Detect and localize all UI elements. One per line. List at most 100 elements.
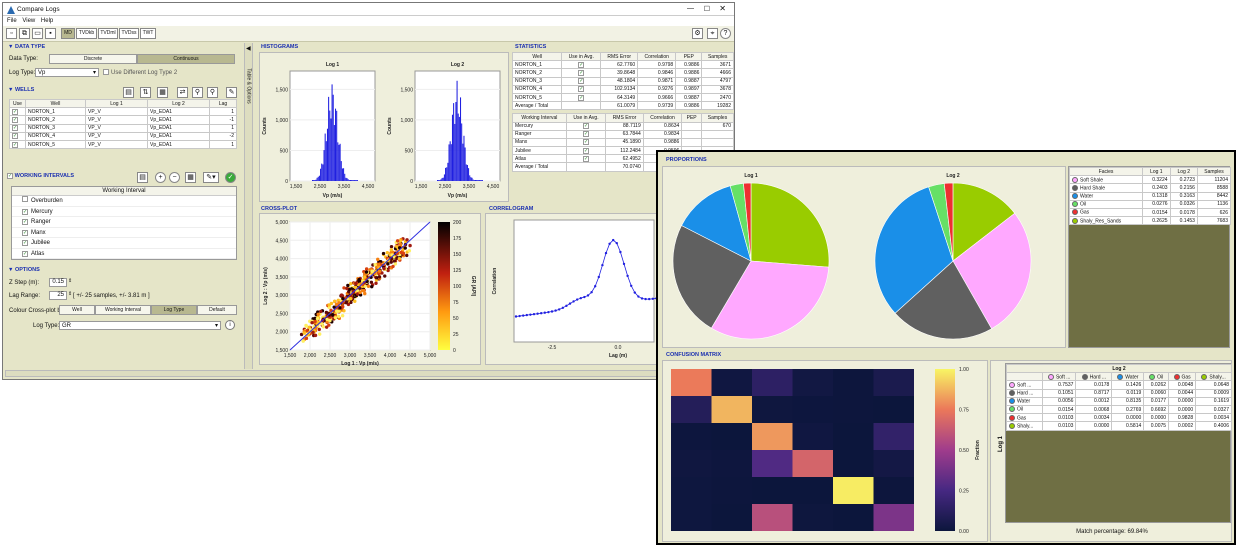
interval-checkbox[interactable]: ✓ (22, 219, 28, 225)
interval-item[interactable]: ✓ Ranger (12, 217, 236, 228)
well-row[interactable]: ✓ NORTON_4 VP_V Vp_EDA1 -2 (9, 131, 237, 141)
wells-table-icon[interactable]: ▦ (157, 87, 168, 98)
wells-import-icon[interactable]: ▤ (123, 87, 134, 98)
side-tab-label[interactable]: Table & Options (246, 68, 252, 103)
well-use-cell[interactable]: ✓ (9, 123, 26, 133)
interval-item[interactable]: ✓ Atlas (12, 249, 236, 259)
stat-row[interactable]: Manx ✓ 45.1890 0.9886 (512, 137, 735, 148)
interval-checkbox[interactable]: ✓ (22, 250, 28, 257)
stat-use-checkbox[interactable]: ✓ (583, 131, 589, 138)
stat-row[interactable]: NORTON_4 ✓ 102.9134 0.9276 0.9897 3678 (511, 84, 734, 94)
lag-range-input[interactable]: 25 (49, 291, 67, 300)
stat-use-cell[interactable]: ✓ (565, 154, 607, 164)
well-row[interactable]: ✓ NORTON_3 VP_V Vp_EDA1 1 (9, 123, 237, 133)
log-type-select[interactable]: Vp ▾ (35, 68, 99, 77)
stat-use-checkbox[interactable]: ✓ (578, 78, 585, 85)
well-use-cell[interactable]: ✓ (9, 139, 26, 150)
colour-interval-button[interactable]: Working Interval (95, 305, 151, 315)
stat-use-checkbox[interactable]: ✓ (578, 61, 585, 68)
well-lag[interactable]: -1 (209, 115, 237, 125)
interval-item[interactable]: ✓ Jubilee (12, 238, 236, 249)
well-lag[interactable]: 1 (209, 107, 237, 117)
copy-icon[interactable]: ⧉ (19, 28, 30, 39)
maximize-icon[interactable]: ☐ (704, 5, 710, 13)
stat-use-checkbox[interactable]: ✓ (583, 155, 589, 162)
save-icon[interactable]: ▪ (45, 28, 56, 39)
stat-use-cell[interactable]: ✓ (565, 137, 607, 148)
well-row[interactable]: ✓ NORTON_1 VP_V Vp_EDA1 1 (9, 107, 237, 117)
colour-well-button[interactable]: Well (59, 305, 95, 315)
interval-item[interactable]: ✓ Manx (12, 228, 236, 238)
facies-row[interactable]: Oil 0.0276 0.0326 1136 (1068, 199, 1232, 209)
well-log2[interactable]: Vp_EDA1 (147, 107, 210, 117)
zstep-input[interactable]: 0.15 (49, 278, 67, 287)
horizontal-scrollbar[interactable] (5, 370, 732, 377)
minimize-icon[interactable]: — (687, 5, 694, 12)
well-use-checkbox[interactable]: ✓ (12, 116, 18, 123)
stat-use-checkbox[interactable]: ✓ (583, 123, 589, 130)
facies-row[interactable]: Gas 0.0154 0.0178 626 (1068, 207, 1232, 218)
facies-row[interactable]: Soft Shale 0.3224 0.2723 11204 (1068, 175, 1232, 185)
well-use-checkbox[interactable]: ✓ (12, 125, 18, 132)
well-name[interactable]: NORTON_2 (25, 115, 86, 125)
well-log2[interactable]: Vp_EDA1 (147, 139, 210, 150)
interval-item[interactable]: Overburden (12, 196, 236, 207)
stat-row[interactable]: Mercury ✓ 88.7119 0.8634 670 (512, 121, 735, 131)
well-log1[interactable]: VP_V (85, 123, 148, 133)
diff-log-checkbox[interactable] (103, 69, 109, 75)
well-lag[interactable]: -2 (209, 131, 237, 141)
menu-help[interactable]: Help (41, 18, 53, 24)
well-log1[interactable]: VP_V (85, 115, 148, 125)
stat-row[interactable]: NORTON_5 ✓ 64.3149 0.9666 0.9887 2470 (511, 92, 734, 103)
well-row[interactable]: ✓ NORTON_2 VP_V Vp_EDA1 -1 (9, 115, 237, 125)
stat-use-cell[interactable]: ✓ (565, 121, 607, 131)
facies-row[interactable]: Shaly_Res_Sands 0.2625 0.1453 7683 (1068, 216, 1232, 226)
well-use-cell[interactable]: ✓ (9, 131, 26, 141)
cm-row[interactable]: Soft ... 0.7537 0.0178 0.1426 0.0262 0.0048 0.… (1006, 380, 1232, 390)
stat-use-checkbox[interactable]: ✓ (583, 139, 589, 146)
stat-use-cell[interactable]: ✓ (561, 76, 602, 86)
interval-checkbox[interactable]: ✓ (22, 229, 28, 236)
well-name[interactable]: NORTON_1 (25, 107, 86, 117)
cm-row[interactable]: Oil 0.0154 0.0068 0.2769 0.6692 0.0000 0.0327 (1006, 404, 1232, 415)
new-file-icon[interactable]: ▫ (6, 28, 17, 39)
well-lag[interactable]: 1 (209, 123, 237, 133)
facies-row[interactable]: Hard Shale 0.2403 0.2156 8588 (1068, 183, 1232, 193)
well-name[interactable]: NORTON_3 (25, 123, 86, 133)
facies-row[interactable]: Water 0.1318 0.3163 8442 (1068, 191, 1232, 201)
cm-row[interactable]: Gas 0.0103 0.0034 0.0000 0.0000 0.9828 0.0034 (1006, 413, 1232, 423)
stat-use-cell[interactable]: ✓ (561, 84, 602, 94)
stat-use-cell[interactable]: ✓ (561, 92, 602, 103)
cm-row[interactable]: Shaly... 0.0103 0.0000 0.5814 0.0075 0.0002 0.… (1006, 421, 1232, 431)
tab-tvdss[interactable]: TVDss (119, 28, 139, 39)
tab-tvdkb[interactable]: TVDkb (76, 28, 97, 39)
zstep-spinner-icon[interactable]: ⇕ (68, 278, 72, 284)
colour-logtype-select[interactable]: GR ▾ (59, 321, 221, 330)
interval-pen-dropdown-icon[interactable]: ✎▾ (203, 172, 219, 183)
edit-icon[interactable]: ✎ (226, 87, 237, 98)
zoom-out-icon[interactable]: ⚲ (207, 87, 218, 98)
colour-logtype-button[interactable]: Log Type (151, 305, 197, 315)
menu-view[interactable]: View (22, 18, 35, 24)
interval-checkbox[interactable]: ✓ (22, 240, 28, 246)
info-icon[interactable]: i (225, 320, 235, 330)
wells-swap-icon[interactable]: ⇄ (177, 87, 188, 98)
well-use-cell[interactable]: ✓ (9, 115, 26, 125)
well-name[interactable]: NORTON_5 (25, 139, 86, 150)
well-log2[interactable]: Vp_EDA1 (147, 123, 210, 133)
well-row[interactable]: ✓ NORTON_5 VP_V Vp_EDA1 1 (9, 139, 237, 150)
stat-row[interactable]: NORTON_2 ✓ 39.8648 0.9846 0.9886 4666 (511, 68, 734, 78)
well-use-cell[interactable]: ✓ (9, 107, 26, 117)
stat-use-cell[interactable]: ✓ (561, 60, 602, 70)
stat-row[interactable]: NORTON_1 ✓ 62.7760 0.9798 0.9886 3671 (511, 60, 734, 70)
interval-checkbox[interactable] (22, 196, 28, 202)
zoom-in-icon[interactable]: ⚲ (192, 87, 203, 98)
well-log2[interactable]: Vp_EDA1 (147, 115, 210, 125)
intervals-toggle-checkbox[interactable]: ✓ (7, 173, 13, 179)
gear-icon[interactable]: ⚙ (692, 28, 703, 39)
well-use-checkbox[interactable]: ✓ (12, 108, 18, 115)
interval-checkbox[interactable]: ✓ (22, 208, 28, 215)
stat-use-checkbox[interactable]: ✓ (578, 69, 585, 76)
well-use-checkbox[interactable]: ✓ (12, 133, 18, 140)
well-log2[interactable]: Vp_EDA1 (147, 131, 210, 141)
